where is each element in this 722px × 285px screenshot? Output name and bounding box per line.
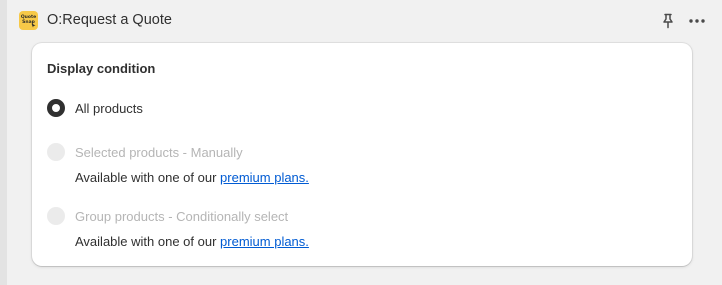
pin-button[interactable] [659,12,677,30]
left-strip [0,0,7,285]
helper-prefix: Available with one of our [75,234,221,249]
radio-label: Group products - Conditionally select [75,208,289,224]
radio-selected-products: Selected products - Manually [47,143,243,161]
radio-selected-icon[interactable] [47,99,65,117]
radio-group-products: Group products - Conditionally select [47,207,288,225]
block-header: Quote Snap O:Request a Quote [7,0,722,42]
page: Quote Snap O:Request a Quote Display con… [0,0,722,285]
radio-disabled-icon [47,207,65,225]
premium-plans-link[interactable]: premium plans. [220,234,309,249]
helper-prefix: Available with one of our [75,170,221,185]
pin-icon [663,13,673,29]
display-condition-card: Display condition All products Selected … [32,43,692,266]
radio-label: All products [75,100,143,116]
radio-label: Selected products - Manually [75,144,243,160]
app-icon: Quote Snap [19,11,38,30]
cursor-icon [31,23,36,28]
radio-disabled-icon [47,143,65,161]
radio-all-products[interactable]: All products [47,99,143,117]
block-title: O:Request a Quote [47,12,172,28]
premium-plans-link[interactable]: premium plans. [220,170,309,185]
premium-helper-text: Available with one of our premium plans. [75,170,309,185]
more-actions-button[interactable] [686,12,708,30]
section-title: Display condition [47,61,156,76]
more-horizontal-icon [689,19,705,23]
premium-helper-text: Available with one of our premium plans. [75,234,309,249]
